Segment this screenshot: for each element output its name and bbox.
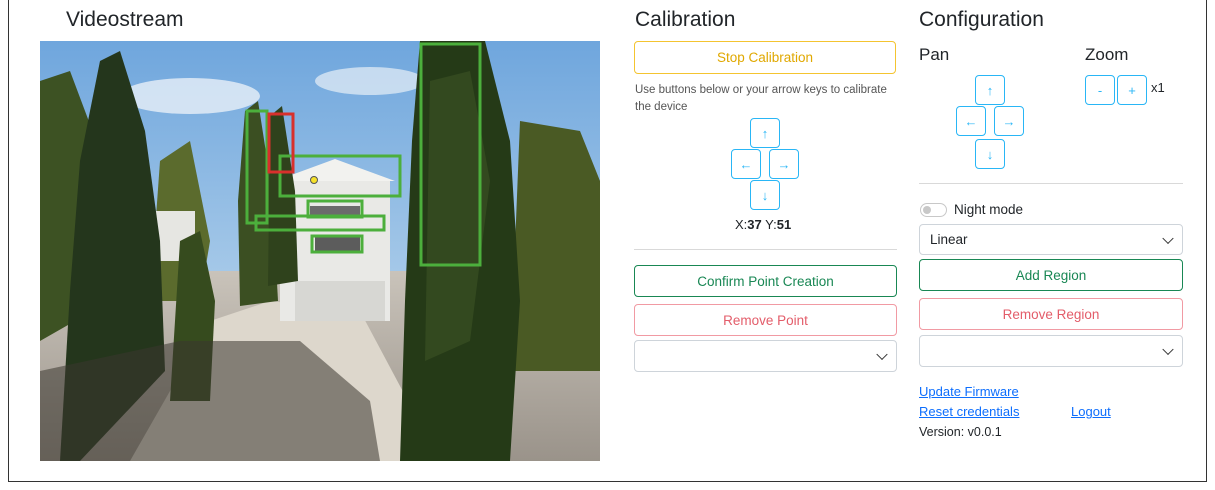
calibration-divider — [634, 249, 897, 250]
plus-icon: + — [1128, 82, 1136, 98]
mode-select-value: Linear — [930, 232, 968, 247]
version-text: Version: v0.0.1 — [919, 425, 1002, 439]
remove-region-button[interactable]: Remove Region — [919, 298, 1183, 330]
video-stream[interactable] — [40, 41, 600, 461]
pan-up-button[interactable]: ↑ — [975, 75, 1005, 105]
calibration-hint: Use buttons below or your arrow keys to … — [635, 84, 887, 113]
night-mode-label: Night mode — [954, 202, 1024, 217]
update-firmware-link[interactable]: Update Firmware — [919, 384, 1019, 399]
calibrate-down-button[interactable]: ↓ — [750, 180, 780, 210]
stop-calibration-button[interactable]: Stop Calibration — [634, 41, 896, 74]
calibrate-up-button[interactable]: ↑ — [750, 118, 780, 148]
video-frame-image — [40, 41, 600, 461]
x-label: X: — [735, 217, 748, 232]
point-select[interactable] — [634, 340, 897, 372]
remove-point-button[interactable]: Remove Point — [634, 304, 897, 336]
arrow-left-icon: ← — [964, 113, 978, 129]
configuration-title: Configuration — [919, 8, 1044, 31]
region-select[interactable] — [919, 335, 1183, 367]
night-mode-toggle[interactable] — [920, 203, 947, 217]
chevron-down-icon — [876, 348, 888, 361]
logout-link[interactable]: Logout — [1071, 404, 1111, 419]
calibration-title: Calibration — [635, 8, 736, 31]
coordinate-readout: X:37 Y:51 — [735, 217, 791, 232]
pan-label: Pan — [919, 45, 950, 64]
chevron-down-icon — [1162, 343, 1174, 356]
arrow-left-icon: ← — [739, 156, 753, 172]
y-label: Y: — [765, 217, 777, 232]
calibration-point-marker — [310, 176, 318, 184]
y-value: 51 — [776, 217, 792, 232]
arrow-right-icon: → — [777, 156, 791, 172]
add-region-button[interactable]: Add Region — [919, 259, 1183, 291]
arrow-right-icon: → — [1002, 113, 1016, 129]
configuration-divider — [919, 183, 1183, 184]
chevron-down-icon — [1162, 232, 1174, 244]
zoom-label: Zoom — [1085, 45, 1129, 64]
videostream-title: Videostream — [66, 8, 184, 31]
x-value: 37 — [747, 217, 762, 232]
pan-down-button[interactable]: ↓ — [975, 139, 1005, 169]
pan-left-button[interactable]: ← — [956, 106, 986, 136]
arrow-down-icon: ↓ — [986, 146, 994, 162]
reset-credentials-link[interactable]: Reset credentials — [919, 404, 1019, 419]
calibrate-left-button[interactable]: ← — [731, 149, 761, 179]
calibrate-right-button[interactable]: → — [769, 149, 799, 179]
zoom-level: x1 — [1151, 80, 1165, 95]
zoom-out-button[interactable]: - — [1085, 75, 1115, 105]
confirm-point-button[interactable]: Confirm Point Creation — [634, 265, 897, 297]
minus-icon: - — [1097, 82, 1103, 98]
arrow-up-icon: ↑ — [761, 125, 769, 141]
zoom-in-button[interactable]: + — [1117, 75, 1147, 105]
pan-right-button[interactable]: → — [994, 106, 1024, 136]
arrow-up-icon: ↑ — [986, 82, 994, 98]
arrow-down-icon: ↓ — [761, 187, 769, 203]
mode-select[interactable]: Linear — [919, 224, 1183, 255]
